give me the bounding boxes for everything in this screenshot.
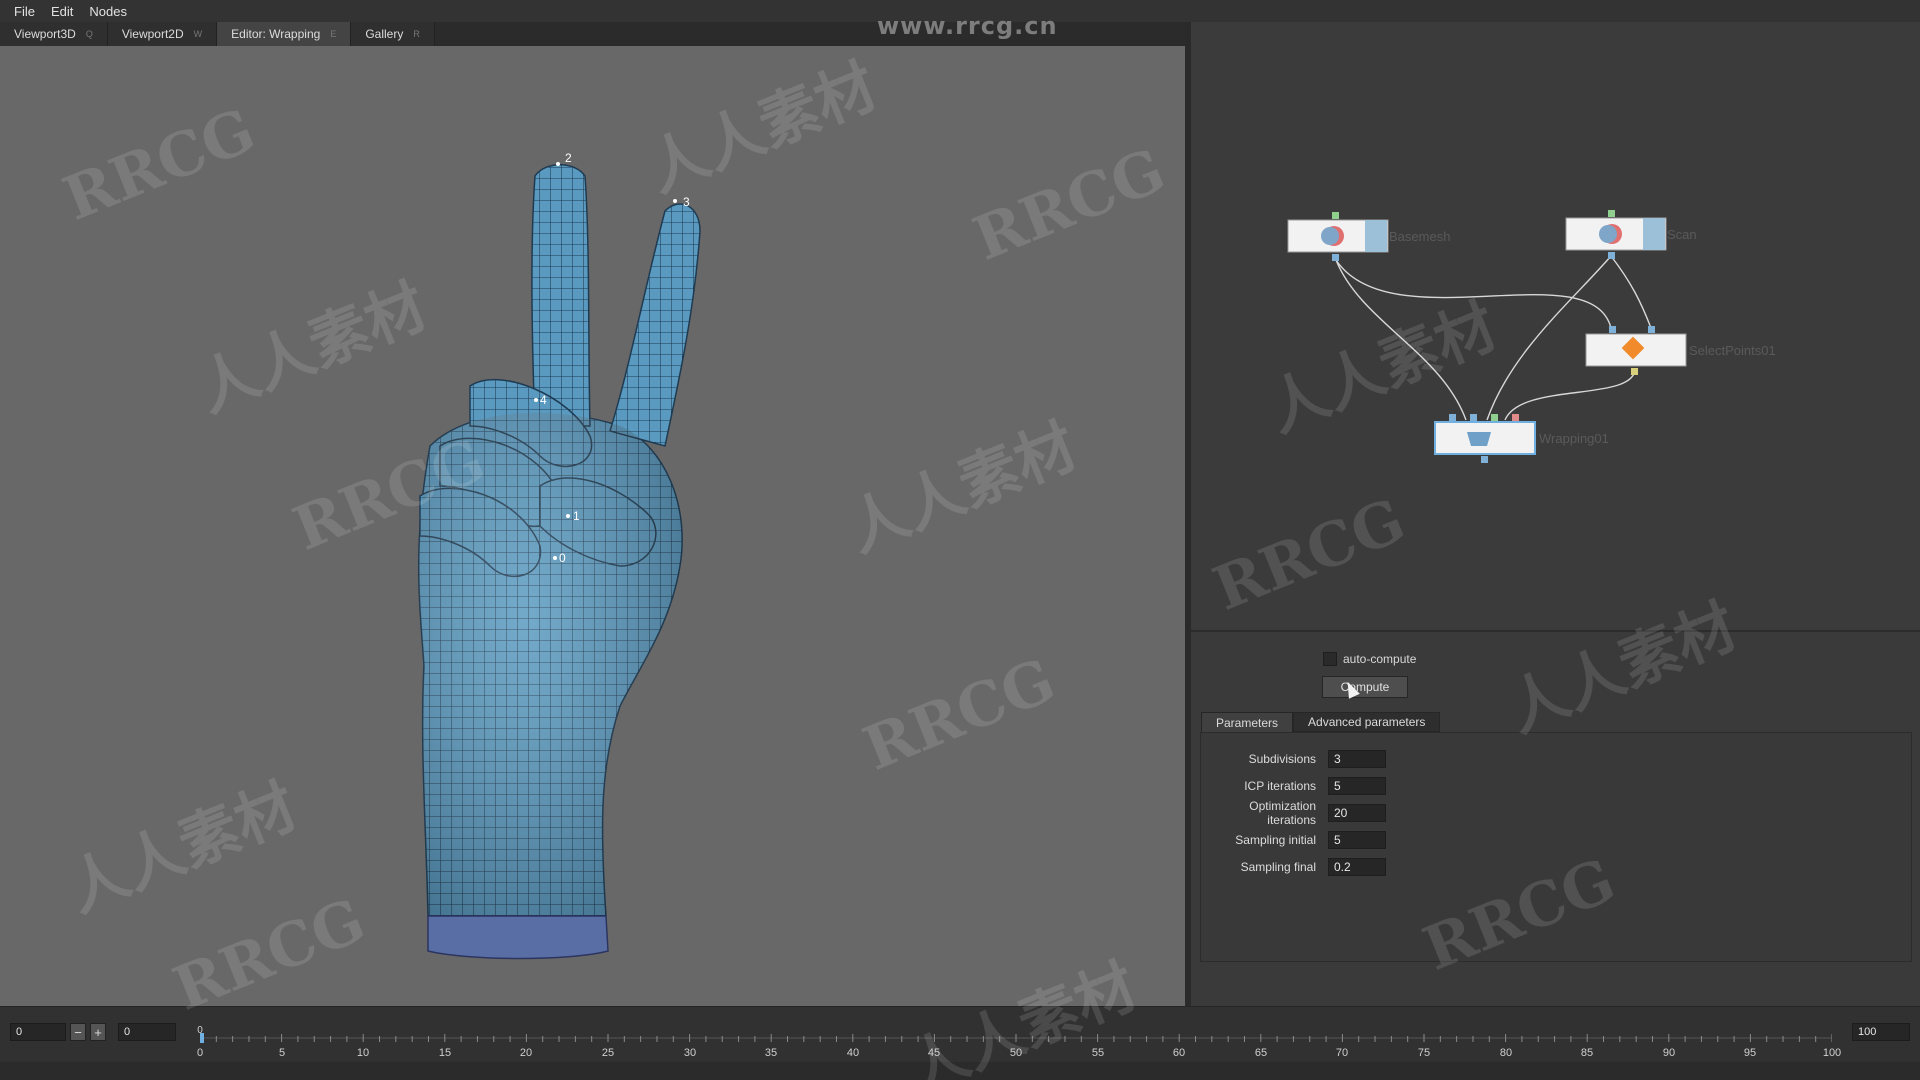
optimization-iterations-input[interactable]: 20 [1328, 804, 1386, 822]
timeline-tick-label: 100 [1822, 1047, 1842, 1059]
parameters-box: Subdivisions 3 ICP iterations 5 Optimiza… [1200, 732, 1912, 962]
param-row-subdivisions: Subdivisions 3 [1201, 749, 1401, 769]
timeline-tick-label: 30 [683, 1047, 697, 1059]
hand-mesh: 2 3 4 1 0 [417, 151, 701, 960]
node-graph-editor[interactable]: Basemesh Scan SelectPoints01 Wrapping01 [1191, 22, 1920, 628]
auto-compute-checkbox[interactable] [1323, 652, 1337, 666]
timeline-tick-label: 65 [1254, 1047, 1268, 1059]
node-label-wrapping: Wrapping01 [1539, 431, 1609, 446]
timeline-tick-label: 40 [846, 1047, 860, 1059]
point-label-3: 3 [683, 195, 690, 209]
menu-edit[interactable]: Edit [43, 4, 81, 19]
timeline-tick-label: 15 [438, 1047, 452, 1059]
param-label: Sampling final [1240, 860, 1316, 874]
tab-shortcut: R [413, 29, 420, 39]
point-label-4: 4 [540, 393, 547, 407]
menu-file[interactable]: File [6, 4, 43, 19]
tab-label: Viewport3D [14, 27, 76, 41]
timeline-tick-label: 20 [519, 1047, 533, 1059]
sampling-initial-input[interactable]: 5 [1328, 831, 1386, 849]
point-label-1: 1 [573, 509, 580, 523]
status-bar [0, 1062, 1920, 1080]
tab-editor-wrapping[interactable]: Editor: Wrapping E [217, 22, 352, 46]
tab-shortcut: E [330, 29, 337, 39]
param-row-sampling-final: Sampling final 0.2 [1201, 857, 1401, 877]
point-label-2: 2 [565, 151, 572, 165]
tab-label: Gallery [365, 27, 404, 41]
tab-viewport3d[interactable]: Viewport3D Q [0, 22, 108, 46]
timeline-tick-label: 10 [356, 1047, 370, 1059]
tab-shortcut: Q [85, 29, 93, 39]
viewport-3d[interactable]: 2 3 4 1 0 [0, 46, 1185, 1006]
timeline-tick-label: 0 [196, 1047, 204, 1059]
param-row-optimization-iterations: Optimization iterations 20 [1201, 799, 1401, 827]
point-label-0: 0 [559, 551, 566, 565]
tab-label: Viewport2D [121, 27, 184, 41]
timeline-ruler[interactable]: 0 0 5 10 15 20 25 30 35 40 45 50 55 60 65 70 75 80 85 90 95… [196, 1025, 1841, 1061]
param-row-icp-iterations: ICP iterations 5 [1201, 776, 1401, 796]
timeline-tick-label: 35 [764, 1047, 778, 1059]
tab-advanced-parameters[interactable]: Advanced parameters [1293, 712, 1441, 732]
timeline-tick-label: 95 [1743, 1047, 1757, 1059]
timeline-tick-label: 75 [1417, 1047, 1431, 1059]
timeline-minus-button[interactable]: − [70, 1023, 86, 1041]
param-label: Subdivisions [1248, 752, 1316, 766]
subdivisions-input[interactable]: 3 [1328, 750, 1386, 768]
wrap-icon [1467, 432, 1491, 446]
param-row-sampling-initial: Sampling initial 5 [1201, 830, 1401, 850]
parameter-tabs: Parameters Advanced parameters [1201, 712, 1441, 732]
timeline-tick-label: 55 [1091, 1047, 1105, 1059]
node-graph [1287, 210, 1687, 463]
node-wrapping[interactable] [1434, 414, 1536, 463]
tab-label: Editor: Wrapping [231, 27, 321, 41]
node-basemesh[interactable] [1287, 212, 1389, 261]
tab-parameters[interactable]: Parameters [1201, 712, 1294, 732]
timeline-current-frame-label: 0 [197, 1025, 203, 1036]
node-scan[interactable] [1565, 210, 1667, 259]
timeline-tick-label: 80 [1499, 1047, 1513, 1059]
timeline-tick-label: 85 [1580, 1047, 1594, 1059]
timeline-tick-label: 70 [1335, 1047, 1349, 1059]
param-label: Sampling initial [1235, 833, 1316, 847]
app-window: File Edit Nodes Viewport3D Q Viewport2D … [0, 0, 1920, 1080]
timeline-tick-label: 50 [1009, 1047, 1023, 1059]
timeline-tick-label: 60 [1172, 1047, 1186, 1059]
icp-iterations-input[interactable]: 5 [1328, 777, 1386, 795]
timeline-tick-label: 90 [1662, 1047, 1676, 1059]
timeline-plus-button[interactable]: + [90, 1023, 106, 1041]
timeline-tick-label: 45 [927, 1047, 941, 1059]
site-watermark: www.rrcg.cn [877, 12, 1058, 40]
timeline-start-input[interactable]: 0 [10, 1023, 66, 1041]
properties-panel: auto-compute Compute Parameters Advanced… [1191, 630, 1920, 1006]
node-label-select-points: SelectPoints01 [1689, 343, 1776, 358]
timeline-end-input[interactable]: 100 [1852, 1023, 1910, 1041]
auto-compute-label: auto-compute [1343, 652, 1417, 666]
timeline-tick-label: 25 [601, 1047, 615, 1059]
tab-viewport2d[interactable]: Viewport2D W [107, 22, 218, 46]
timeline-tick-label: 5 [278, 1047, 286, 1059]
menu-nodes[interactable]: Nodes [81, 4, 135, 19]
tab-shortcut: W [193, 29, 203, 39]
tab-gallery[interactable]: Gallery R [351, 22, 435, 46]
compute-button[interactable]: Compute [1322, 676, 1408, 698]
param-label: Optimization iterations [1249, 799, 1316, 827]
node-label-scan: Scan [1667, 227, 1697, 242]
timeline-current-input[interactable]: 0 [118, 1023, 176, 1041]
sampling-final-input[interactable]: 0.2 [1328, 858, 1386, 876]
node-select-points[interactable] [1585, 326, 1687, 375]
node-label-basemesh: Basemesh [1389, 229, 1451, 244]
param-label: ICP iterations [1244, 779, 1316, 793]
timeline: 0 − + 0 0 0 5 10 15 20 25 30 35 40 45 50 55 60 65 70 75… [0, 1006, 1920, 1062]
